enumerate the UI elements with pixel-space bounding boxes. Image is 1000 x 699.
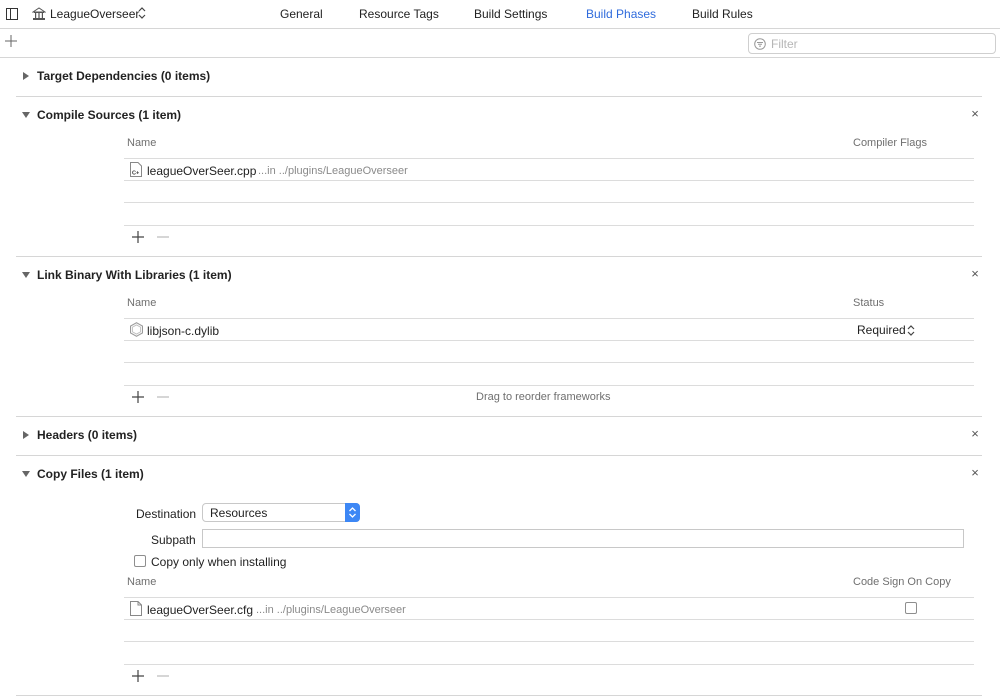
tab-build-rules[interactable]: Build Rules bbox=[692, 7, 753, 21]
disclosure-right-icon[interactable] bbox=[22, 72, 30, 80]
disclosure-down-icon[interactable] bbox=[22, 470, 30, 478]
drag-reorder-hint: Drag to reorder frameworks bbox=[476, 391, 611, 403]
phase-copy-files[interactable]: Copy Files (1 item) × bbox=[16, 455, 982, 494]
target-building-icon[interactable] bbox=[32, 7, 46, 21]
divider bbox=[16, 695, 982, 696]
remove-library-minus-icon[interactable] bbox=[157, 391, 169, 403]
phase-title: Copy Files (1 item) bbox=[37, 467, 144, 481]
divider bbox=[124, 180, 974, 181]
source-file-name[interactable]: leagueOverSeer.cpp bbox=[147, 164, 256, 178]
editor-tab-bar: LeagueOverseer General Resource Tags Bui… bbox=[0, 0, 1000, 29]
destination-label: Destination bbox=[136, 507, 197, 521]
svg-text:C+: C+ bbox=[132, 171, 139, 177]
add-source-plus-icon[interactable] bbox=[132, 231, 144, 243]
library-status-select[interactable]: Required bbox=[857, 323, 906, 337]
divider bbox=[124, 202, 974, 203]
select-stepper[interactable] bbox=[345, 503, 360, 522]
column-header-code-sign[interactable]: Code Sign On Copy bbox=[853, 576, 951, 588]
phase-title: Compile Sources (1 item) bbox=[37, 108, 182, 122]
library-icon bbox=[130, 322, 143, 337]
chevron-updown-icon[interactable] bbox=[138, 6, 146, 20]
cpp-file-icon: C+ bbox=[130, 162, 142, 177]
tab-build-phases[interactable]: Build Phases bbox=[586, 7, 656, 21]
filter-input[interactable]: Filter bbox=[748, 33, 996, 54]
copy-file-name[interactable]: leagueOverSeer.cfg bbox=[147, 603, 253, 617]
chevron-updown-icon[interactable] bbox=[907, 324, 915, 337]
tab-build-settings[interactable]: Build Settings bbox=[474, 7, 547, 21]
phase-title: Link Binary With Libraries (1 item) bbox=[37, 268, 232, 282]
chevron-updown-icon bbox=[349, 507, 356, 518]
phase-link-binary[interactable]: Link Binary With Libraries (1 item) × bbox=[16, 256, 982, 295]
add-library-plus-icon[interactable] bbox=[132, 391, 144, 403]
sidebar-toggle-icon[interactable] bbox=[6, 8, 18, 20]
divider bbox=[124, 664, 974, 665]
subpath-input[interactable] bbox=[202, 529, 964, 548]
divider bbox=[124, 641, 974, 642]
subpath-label: Subpath bbox=[151, 533, 196, 547]
tab-general[interactable]: General bbox=[280, 7, 323, 21]
divider bbox=[124, 340, 974, 341]
divider bbox=[124, 318, 974, 319]
delete-phase-icon[interactable]: × bbox=[970, 427, 980, 440]
add-copy-file-plus-icon[interactable] bbox=[132, 670, 144, 682]
phase-target-dependencies[interactable]: Target Dependencies (0 items) bbox=[16, 57, 982, 96]
disclosure-down-icon[interactable] bbox=[22, 111, 30, 119]
tab-resource-tags[interactable]: Resource Tags bbox=[359, 7, 439, 21]
divider bbox=[124, 362, 974, 363]
disclosure-right-icon[interactable] bbox=[22, 431, 30, 439]
delete-phase-icon[interactable]: × bbox=[970, 267, 980, 280]
add-build-phase-icon[interactable] bbox=[5, 35, 17, 47]
disclosure-down-icon[interactable] bbox=[22, 271, 30, 279]
target-selector[interactable]: LeagueOverseer bbox=[50, 7, 139, 21]
code-sign-checkbox[interactable] bbox=[905, 602, 917, 614]
destination-select[interactable]: Resources bbox=[202, 503, 360, 522]
column-header-compiler-flags[interactable]: Compiler Flags bbox=[853, 137, 927, 149]
document-icon bbox=[130, 601, 142, 616]
source-file-path: ...in ../plugins/LeagueOverseer bbox=[258, 165, 408, 177]
column-header-name[interactable]: Name bbox=[127, 297, 156, 309]
library-name[interactable]: libjson-c.dylib bbox=[147, 324, 219, 338]
copy-file-path: ...in ../plugins/LeagueOverseer bbox=[256, 604, 406, 616]
divider bbox=[124, 619, 974, 620]
delete-phase-icon[interactable]: × bbox=[970, 466, 980, 479]
column-header-name[interactable]: Name bbox=[127, 137, 156, 149]
phase-title: Target Dependencies (0 items) bbox=[37, 69, 211, 83]
divider bbox=[124, 385, 974, 386]
column-header-name[interactable]: Name bbox=[127, 576, 156, 588]
divider bbox=[124, 158, 974, 159]
phase-compile-sources[interactable]: Compile Sources (1 item) × bbox=[16, 96, 982, 135]
remove-copy-file-minus-icon[interactable] bbox=[157, 670, 169, 682]
remove-source-minus-icon[interactable] bbox=[157, 231, 169, 243]
phase-headers[interactable]: Headers (0 items) × bbox=[16, 416, 982, 455]
divider bbox=[124, 597, 974, 598]
filter-placeholder: Filter bbox=[771, 37, 798, 51]
copy-only-checkbox[interactable] bbox=[134, 555, 146, 567]
divider bbox=[124, 225, 974, 226]
phase-title: Headers (0 items) bbox=[37, 428, 138, 442]
filter-icon bbox=[754, 38, 766, 50]
destination-value: Resources bbox=[210, 506, 268, 520]
copy-only-label[interactable]: Copy only when installing bbox=[151, 555, 286, 569]
delete-phase-icon[interactable]: × bbox=[970, 107, 980, 120]
column-header-status[interactable]: Status bbox=[853, 297, 884, 309]
